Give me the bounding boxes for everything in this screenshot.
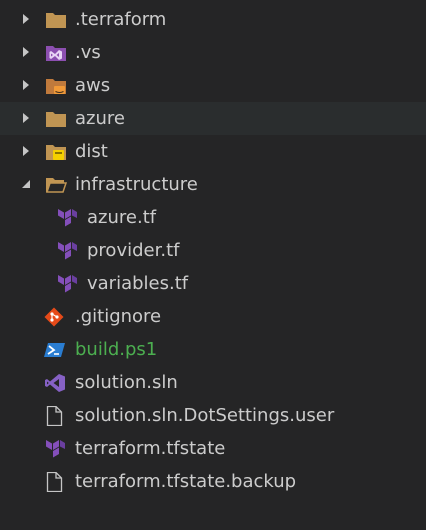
tree-item-variables-tf[interactable]: variables.tf: [0, 267, 426, 300]
tree-item-label: azure: [75, 108, 125, 129]
git-icon: [44, 307, 66, 327]
tree-item-dotsettings-user[interactable]: solution.sln.DotSettings.user: [0, 399, 426, 432]
tree-item-dist-folder[interactable]: dist: [0, 135, 426, 168]
folder-icon: [45, 109, 67, 129]
aws-folder-icon: [45, 76, 67, 96]
file-icon: [45, 472, 67, 492]
tree-item-label: solution.sln.DotSettings.user: [75, 405, 335, 426]
file-icon: [45, 406, 67, 426]
folder-open-icon: [45, 175, 67, 195]
visual-studio-folder-icon: [45, 43, 67, 63]
chevron-right-icon[interactable]: [22, 36, 36, 69]
tree-item-label: azure.tf: [87, 207, 157, 228]
tree-item-label: aws: [75, 75, 111, 96]
tree-item-label: solution.sln: [75, 372, 178, 393]
tree-item-vs-folder[interactable]: .vs: [0, 36, 426, 69]
tree-item-terraform-folder[interactable]: .terraform: [0, 3, 426, 36]
tree-item-label: .vs: [75, 42, 101, 63]
terraform-icon: [56, 241, 78, 261]
tree-item-azure-tf[interactable]: azure.tf: [0, 201, 426, 234]
terraform-icon: [56, 274, 78, 294]
tree-item-gitignore[interactable]: .gitignore: [0, 300, 426, 333]
tree-item-label: .gitignore: [75, 306, 162, 327]
tree-item-aws-folder[interactable]: aws: [0, 69, 426, 102]
tree-item-label: infrastructure: [75, 174, 198, 195]
terraform-icon: [56, 208, 78, 228]
tree-item-solution-sln[interactable]: solution.sln: [0, 366, 426, 399]
tree-item-label: build.ps1: [75, 339, 158, 360]
tree-item-provider-tf[interactable]: provider.tf: [0, 234, 426, 267]
tree-item-label: provider.tf: [87, 240, 180, 261]
tree-item-infrastructure-folder[interactable]: infrastructure: [0, 168, 426, 201]
chevron-right-icon[interactable]: [22, 69, 36, 102]
visual-studio-icon: [44, 373, 66, 393]
dist-folder-icon: [45, 142, 67, 162]
tree-item-label: terraform.tfstate: [75, 438, 226, 459]
tree-item-label: terraform.tfstate.backup: [75, 471, 297, 492]
tree-item-build-ps1[interactable]: build.ps1: [0, 333, 426, 366]
chevron-right-icon[interactable]: [22, 3, 36, 36]
tree-item-label: variables.tf: [87, 273, 189, 294]
terraform-icon: [44, 439, 66, 459]
folder-icon: [45, 10, 67, 30]
chevron-down-icon[interactable]: [20, 168, 34, 201]
file-explorer-tree: .terraform .vs aws azure dist infrastruc…: [0, 0, 426, 530]
tree-item-terraform-tfstate-backup[interactable]: terraform.tfstate.backup: [0, 465, 426, 498]
powershell-icon: [44, 340, 66, 360]
tree-item-terraform-tfstate[interactable]: terraform.tfstate: [0, 432, 426, 465]
chevron-right-icon[interactable]: [22, 135, 36, 168]
chevron-right-icon[interactable]: [22, 102, 36, 135]
tree-item-label: .terraform: [75, 9, 167, 30]
tree-item-azure-folder[interactable]: azure: [0, 102, 426, 135]
tree-item-label: dist: [75, 141, 108, 162]
